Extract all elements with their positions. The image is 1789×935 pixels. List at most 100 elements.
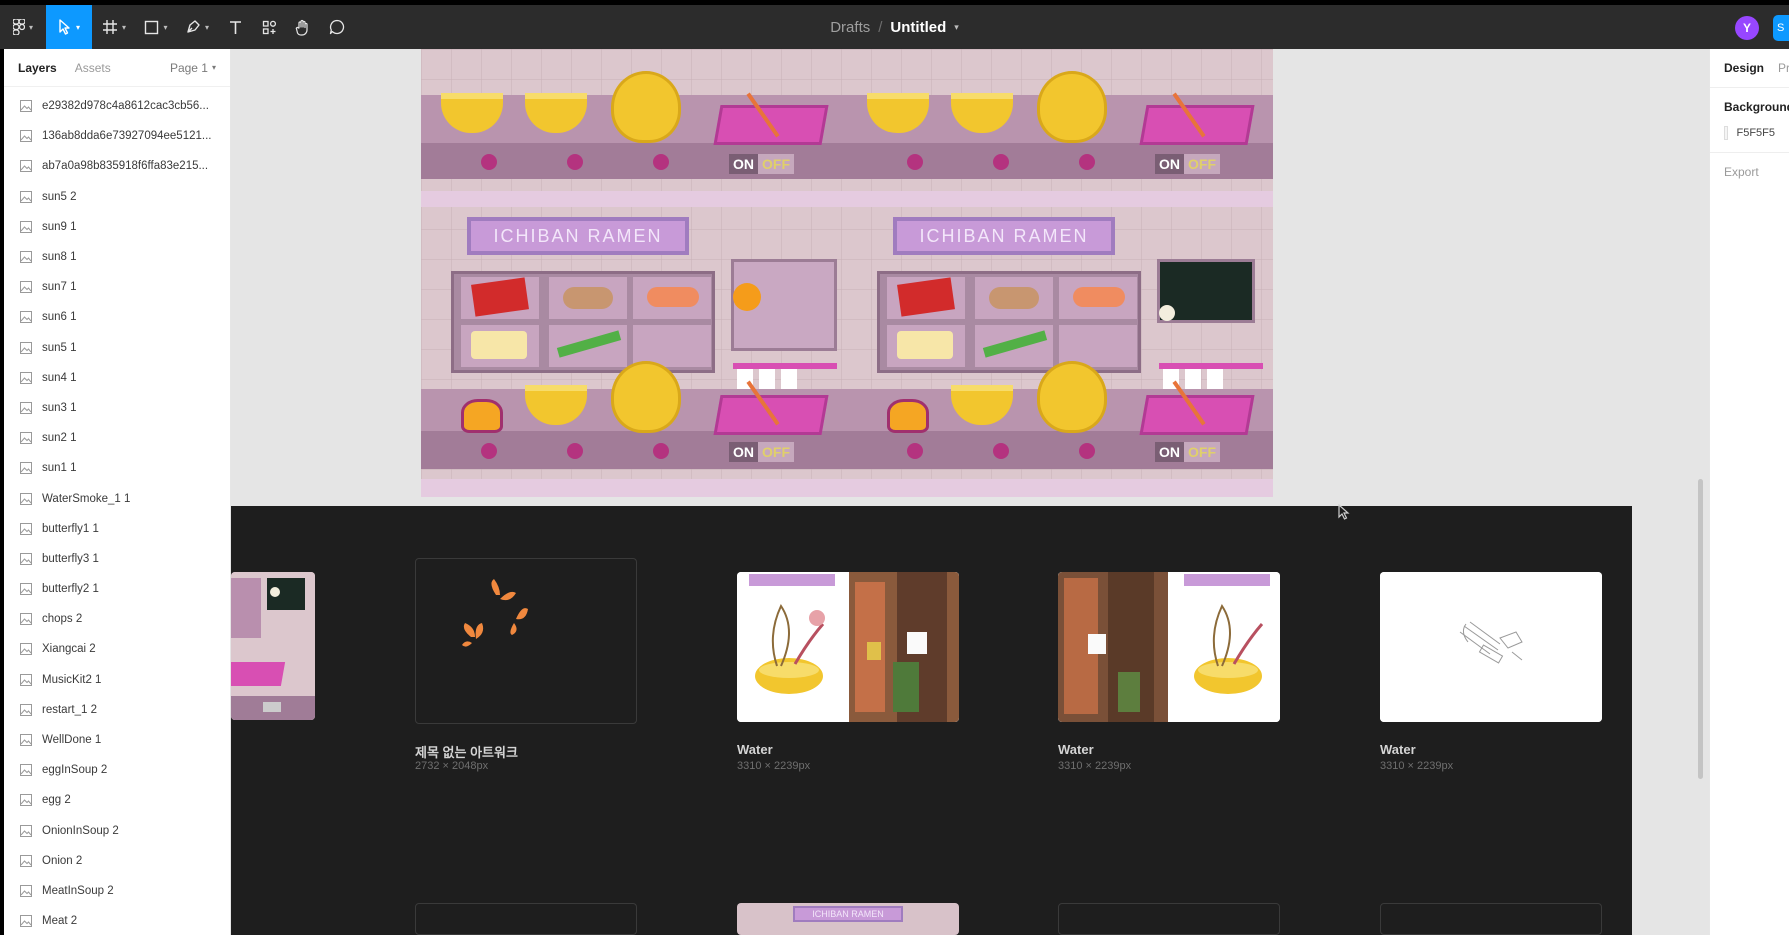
layer-row[interactable]: egg 2 xyxy=(4,785,230,815)
chevron-down-icon: ▾ xyxy=(75,22,80,32)
layer-row[interactable]: eggInSoup 2 xyxy=(4,755,230,785)
layer-row[interactable]: sun2 1 xyxy=(4,423,230,453)
layer-row[interactable]: Onion 2 xyxy=(4,846,230,876)
fishcake-icon xyxy=(1073,287,1125,307)
cup-icon xyxy=(1207,369,1223,389)
artwork-thumbnail-row2-2[interactable] xyxy=(415,903,637,935)
artwork-thumbnail-row2-5[interactable] xyxy=(1380,903,1602,935)
layer-row[interactable]: chops 2 xyxy=(4,604,230,634)
background-hex-value[interactable]: F5F5F5 xyxy=(1736,127,1775,139)
layer-row[interactable]: sun8 1 xyxy=(4,242,230,272)
layer-row[interactable]: sun1 1 xyxy=(4,453,230,483)
ichiban-ramen-sign: ICHIBAN RAMEN xyxy=(467,217,689,255)
layer-name: egg 2 xyxy=(42,794,71,807)
layer-row[interactable]: WaterSmoke_1 1 xyxy=(4,483,230,513)
switch-off-label: OFF xyxy=(758,154,794,174)
thumbnail-size: 2732 × 2048px xyxy=(415,760,489,772)
layer-row[interactable]: restart_1 2 xyxy=(4,695,230,725)
comment-tool-button[interactable] xyxy=(320,5,354,49)
counter-trim xyxy=(421,479,847,497)
page-selector[interactable]: Page 1 ▾ xyxy=(170,61,216,75)
layer-name: sun7 1 xyxy=(42,281,77,294)
switch-on-label: ON xyxy=(729,442,758,462)
canvas-scrollbar[interactable] xyxy=(1698,479,1703,779)
layer-row[interactable]: butterfly2 1 xyxy=(4,574,230,604)
layer-name: Meat 2 xyxy=(42,915,78,928)
tab-layers[interactable]: Layers xyxy=(18,61,57,75)
layer-name: butterfly3 1 xyxy=(42,552,99,565)
artwork-thumbnail-row2-3[interactable]: ICHIBAN RAMEN xyxy=(737,903,959,935)
image-layer-icon xyxy=(20,160,32,173)
fire-icon xyxy=(887,399,929,433)
ramen-sign-text: ICHIBAN RAMEN xyxy=(793,906,903,922)
artwork-thumbnail-water-1[interactable] xyxy=(737,572,959,722)
artwork-thumbnail-partial[interactable] xyxy=(231,572,315,720)
hand-tool-button[interactable] xyxy=(286,5,320,49)
ramen-shop-artwork[interactable]: ON OFF ICHIBAN RAMEN ON OFF ON OFF ICHIBAN RAME… xyxy=(421,49,1273,497)
layer-row[interactable]: sun3 1 xyxy=(4,393,230,423)
move-tool-button[interactable]: ▾ xyxy=(46,5,92,49)
resources-tool-button[interactable] xyxy=(252,5,286,49)
background-fill-row[interactable]: F5F5F5 xyxy=(1724,126,1775,140)
avatar[interactable]: Y xyxy=(1735,16,1759,40)
shape-tool-button[interactable]: ▾ xyxy=(136,5,176,49)
layer-row[interactable]: MeatInSoup 2 xyxy=(4,876,230,906)
cup-icon xyxy=(1185,369,1201,389)
ramen-thumbnail-illustration xyxy=(231,572,315,720)
share-button[interactable]: S xyxy=(1773,15,1789,41)
thumbnail-title: Water xyxy=(1058,742,1094,757)
layer-name: chops 2 xyxy=(42,613,83,626)
layer-row[interactable]: sun7 1 xyxy=(4,272,230,302)
layer-row[interactable]: OnionInSoup 2 xyxy=(4,816,230,846)
tab-prototype[interactable]: Pr xyxy=(1778,61,1789,75)
stove-knob-icon xyxy=(1079,443,1095,459)
tab-assets[interactable]: Assets xyxy=(75,61,111,75)
layer-row[interactable]: ab7a0a98b835918f6ffa83e215... xyxy=(4,151,230,181)
main-menu-button[interactable]: ▾ xyxy=(0,5,46,49)
frame-tool-button[interactable]: ▾ xyxy=(92,5,136,49)
figma-logo-icon xyxy=(12,19,25,35)
stove-knob-icon xyxy=(481,154,497,170)
layer-row[interactable]: sun5 2 xyxy=(4,182,230,212)
layer-row[interactable]: butterfly3 1 xyxy=(4,544,230,574)
switch-off-label: OFF xyxy=(1184,442,1220,462)
layer-row[interactable]: sun9 1 xyxy=(4,212,230,242)
pen-tool-button[interactable]: ▾ xyxy=(176,5,218,49)
image-layer-icon xyxy=(20,552,32,565)
breadcrumb-drafts-link[interactable]: Drafts xyxy=(830,19,870,36)
image-layer-icon xyxy=(20,100,32,113)
tab-design[interactable]: Design xyxy=(1724,61,1764,75)
layer-row[interactable]: sun4 1 xyxy=(4,363,230,393)
layer-row[interactable]: WellDone 1 xyxy=(4,725,230,755)
export-label[interactable]: Export xyxy=(1724,165,1775,179)
layer-name: WellDone 1 xyxy=(42,734,102,747)
layer-row[interactable]: 136ab8dda6e73927094ee5121... xyxy=(4,121,230,151)
layer-row[interactable]: butterfly1 1 xyxy=(4,514,230,544)
comment-bubble-icon xyxy=(329,19,345,35)
thumbnail-title: 제목 없는 아트워크 xyxy=(415,745,518,760)
artwork-thumbnail-water-3[interactable] xyxy=(1380,572,1602,722)
pen-icon xyxy=(187,20,200,33)
layer-row[interactable]: sun6 1 xyxy=(4,302,230,332)
meat-icon xyxy=(989,287,1039,309)
artwork-thumbnail-butterflies[interactable] xyxy=(415,558,637,724)
text-tool-button[interactable] xyxy=(218,5,252,49)
chevron-down-icon[interactable]: ▾ xyxy=(954,22,959,33)
image-layer-icon xyxy=(20,884,32,897)
layer-name: sun9 1 xyxy=(42,220,77,233)
text-t-icon xyxy=(229,20,241,34)
background-color-swatch[interactable] xyxy=(1724,126,1729,140)
dark-gallery-frame[interactable]: 제목 없는 아트워크 2732 × 2048px Water 3310 × 22… xyxy=(231,506,1632,935)
canvas[interactable]: ON OFF ICHIBAN RAMEN ON OFF ON OFF ICHIBAN RAME… xyxy=(231,49,1709,935)
artwork-thumbnail-row2-4[interactable] xyxy=(1058,903,1280,935)
stove-knob-icon xyxy=(481,443,497,459)
stove-knob-icon xyxy=(907,154,923,170)
layer-row[interactable]: Meat 2 xyxy=(4,906,230,935)
layer-row[interactable]: MusicKit2 1 xyxy=(4,665,230,695)
image-layer-icon xyxy=(20,643,32,656)
layer-row[interactable]: sun5 1 xyxy=(4,333,230,363)
layer-row[interactable]: Xiangcai 2 xyxy=(4,634,230,664)
layer-row[interactable]: e29382d978c4a8612cac3cb56... xyxy=(4,91,230,121)
file-title[interactable]: Untitled xyxy=(890,19,946,36)
artwork-thumbnail-water-2[interactable] xyxy=(1058,572,1280,722)
